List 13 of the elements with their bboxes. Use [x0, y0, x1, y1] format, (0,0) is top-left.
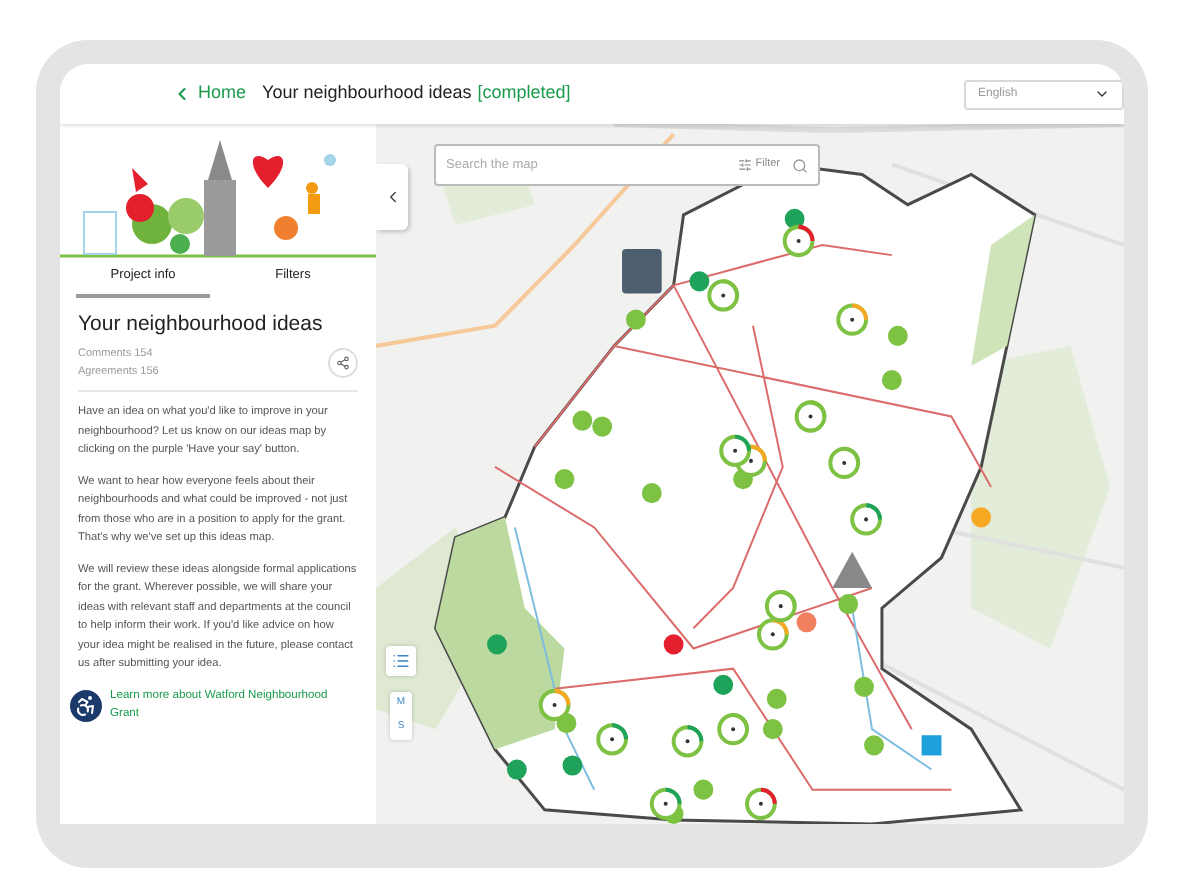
accessibility-icon — [74, 693, 98, 717]
filter-icon — [737, 158, 752, 172]
share-button[interactable] — [328, 348, 358, 378]
list-view-button[interactable] — [386, 646, 416, 676]
search-icon — [792, 157, 808, 173]
home-link[interactable]: Home — [172, 80, 247, 108]
status-label: [completed] — [477, 80, 571, 107]
dropdown-chevron-icon — [1094, 86, 1110, 102]
project-title: Your neighbourhood ideas — [78, 312, 325, 338]
accessibility-button[interactable] — [68, 687, 104, 723]
share-icon — [336, 356, 350, 370]
page-title: Your neighbourhood ideas — [262, 80, 472, 107]
list-icon — [392, 652, 410, 670]
